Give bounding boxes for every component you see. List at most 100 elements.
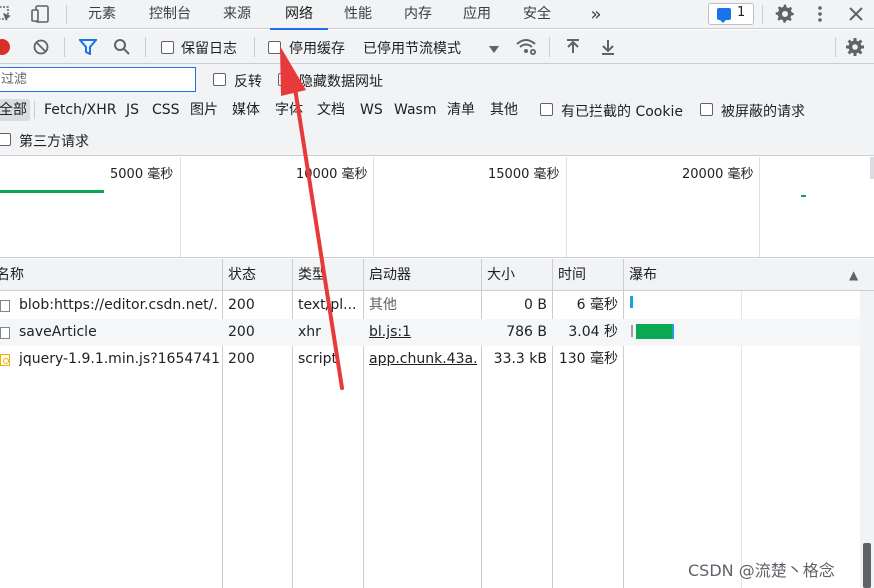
request-type: script	[298, 351, 338, 367]
table-header: 名称 状态 类型 启动器 大小 时间 瀑布 ▲	[0, 259, 874, 291]
search-icon[interactable]	[113, 38, 131, 60]
table-row[interactable]: blob:https://editor.csdn.net/... 200 tex…	[0, 292, 874, 319]
device-toolbar-icon[interactable]	[30, 4, 50, 24]
filter-type-media[interactable]: 媒体	[232, 99, 260, 121]
request-time: 6 毫秒	[576, 297, 618, 313]
tab-application[interactable]: 应用	[461, 0, 493, 29]
filter-type-css[interactable]: CSS	[152, 99, 180, 121]
tab-network[interactable]: 网络	[270, 0, 328, 30]
tab-memory[interactable]: 内存	[402, 0, 434, 29]
request-size: 786 B	[506, 324, 547, 340]
filter-type-doc[interactable]: 文档	[317, 99, 345, 121]
issues-badge[interactable]: 1	[708, 3, 754, 25]
import-har-icon[interactable]	[565, 39, 581, 59]
devtools-tab-bar: 元素 控制台 来源 网络 性能 内存 应用 安全 » 1	[0, 0, 874, 30]
invert-label: 反转	[234, 74, 262, 90]
overview-divider	[180, 157, 181, 257]
hide-data-urls-checkbox[interactable]	[278, 73, 291, 86]
timeline-overview[interactable]: 5000 毫秒 10000 毫秒 15000 毫秒 20000 毫秒	[0, 157, 874, 258]
table-scrollbar[interactable]	[860, 291, 874, 588]
column-header-size[interactable]: 大小	[487, 259, 515, 291]
filter-type-other[interactable]: 其他	[490, 99, 518, 121]
filter-separator	[34, 101, 35, 119]
disable-cache-checkbox[interactable]	[268, 41, 281, 54]
settings-gear-icon[interactable]	[775, 4, 795, 24]
script-file-icon	[0, 354, 10, 366]
filter-type-js[interactable]: JS	[126, 99, 139, 121]
filter-bar: 反转 隐藏数据网址 全部 Fetch/XHR JS CSS 图片 媒体 字体 文…	[0, 64, 874, 156]
waterfall-bar	[631, 325, 633, 337]
more-options-icon[interactable]	[810, 4, 830, 24]
tab-sources[interactable]: 来源	[221, 0, 253, 29]
record-button[interactable]	[0, 39, 10, 55]
close-devtools-icon[interactable]	[846, 4, 866, 24]
overview-tick-label: 5000 毫秒	[110, 167, 174, 182]
filter-input[interactable]	[0, 67, 196, 92]
request-name: blob:https://editor.csdn.net/...	[19, 297, 219, 313]
hide-data-urls-label: 隐藏数据网址	[299, 74, 383, 90]
overview-scrollbar[interactable]	[870, 157, 874, 179]
filter-type-ws[interactable]: WS	[360, 99, 383, 121]
column-header-type[interactable]: 类型	[298, 259, 326, 291]
overview-activity-bar	[0, 190, 104, 193]
request-name: saveArticle	[19, 324, 97, 340]
overview-tick-label: 15000 毫秒	[488, 167, 560, 182]
column-header-initiator[interactable]: 启动器	[369, 259, 411, 291]
filter-icon[interactable]	[77, 39, 99, 59]
request-initiator-link[interactable]: bl.js:1	[369, 319, 477, 346]
request-status: 200	[228, 351, 255, 367]
scrollbar-thumb[interactable]	[863, 543, 871, 588]
export-har-icon[interactable]	[600, 39, 616, 59]
request-time: 3.04 秒	[568, 324, 618, 340]
clear-icon[interactable]	[33, 39, 49, 59]
request-status: 200	[228, 324, 255, 340]
toolbar-separator	[254, 37, 255, 57]
tab-performance[interactable]: 性能	[342, 0, 374, 29]
throttling-select[interactable]: 已停用节流模式	[363, 38, 461, 58]
filter-type-fetch-xhr[interactable]: Fetch/XHR	[44, 99, 117, 121]
request-name: jquery-1.9.1.min.js?1654741...	[19, 351, 219, 367]
filter-type-img[interactable]: 图片	[190, 99, 218, 121]
filter-type-manifest[interactable]: 清单	[447, 99, 475, 121]
file-icon	[0, 327, 10, 339]
inspect-element-icon[interactable]	[0, 4, 14, 24]
column-header-name[interactable]: 名称	[0, 259, 24, 291]
table-row[interactable]: jquery-1.9.1.min.js?1654741... 200 scrip…	[0, 346, 874, 373]
waterfall-bar	[630, 296, 633, 308]
network-conditions-icon[interactable]	[516, 38, 538, 60]
filter-type-wasm[interactable]: Wasm	[394, 99, 436, 121]
network-settings-gear-icon[interactable]	[845, 37, 865, 61]
column-header-status[interactable]: 状态	[228, 259, 256, 291]
column-header-time[interactable]: 时间	[558, 259, 586, 291]
request-table: 名称 状态 类型 启动器 大小 时间 瀑布 ▲ blob:https://edi…	[0, 259, 874, 588]
tab-console[interactable]: 控制台	[146, 0, 194, 29]
filter-type-all[interactable]: 全部	[0, 99, 30, 121]
blocked-cookies-label: 有已拦截的 Cookie	[561, 104, 683, 120]
tab-elements[interactable]: 元素	[86, 0, 118, 29]
filter-type-font[interactable]: 字体	[275, 99, 303, 121]
preserve-log-checkbox[interactable]	[161, 41, 174, 54]
request-time: 130 毫秒	[558, 351, 618, 367]
chevron-down-icon[interactable]	[489, 43, 499, 58]
toolbar-separator	[64, 37, 65, 57]
tab-separator	[66, 5, 67, 24]
request-status: 200	[228, 297, 255, 313]
preserve-log-label: 保留日志	[181, 41, 237, 57]
column-header-waterfall[interactable]: 瀑布	[629, 259, 657, 291]
blocked-cookies-checkbox[interactable]	[540, 103, 553, 116]
invert-checkbox[interactable]	[213, 73, 226, 86]
tab-separator	[762, 5, 763, 24]
table-row[interactable]: saveArticle 200 xhr bl.js:1 786 B 3.04 秒	[0, 319, 874, 346]
more-tabs-button[interactable]: »	[586, 0, 606, 29]
file-icon	[0, 300, 10, 312]
third-party-checkbox[interactable]	[0, 133, 11, 146]
blocked-requests-label: 被屏蔽的请求	[721, 104, 805, 120]
blocked-requests-checkbox[interactable]	[700, 103, 713, 116]
request-initiator-link[interactable]: app.chunk.43a...	[369, 346, 477, 373]
watermark: CSDN @流楚丶格念	[688, 561, 835, 580]
tab-security[interactable]: 安全	[521, 0, 553, 29]
sort-ascending-icon[interactable]: ▲	[849, 259, 858, 291]
request-type: text/pl...	[298, 297, 357, 313]
request-size: 0 B	[524, 297, 547, 313]
third-party-label: 第三方请求	[19, 134, 89, 150]
